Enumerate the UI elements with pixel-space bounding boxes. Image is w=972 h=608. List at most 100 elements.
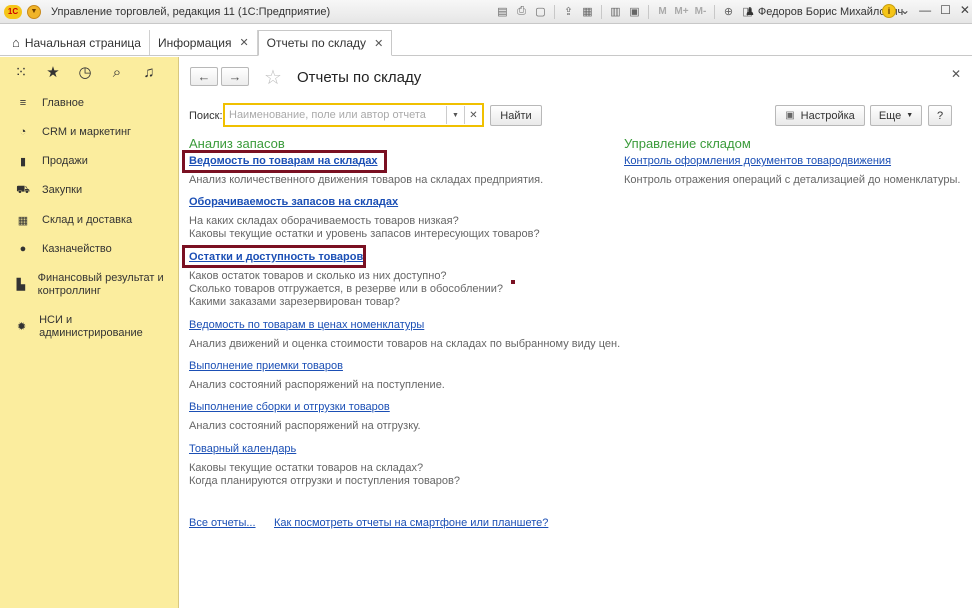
title-bar: 1С ▼ Управление торговлей, редакция 11 (… (0, 0, 972, 24)
history-icon[interactable]: ◷ (76, 63, 94, 81)
marker-dot (511, 280, 515, 284)
report-description: Анализ состояний распоряжений на поступл… (189, 379, 445, 391)
sidebar-item-crm[interactable]: ◔ CRM и маркетинг (0, 126, 178, 139)
minimize-icon[interactable]: — (919, 3, 931, 17)
report-link[interactable]: Остатки и доступность товаров (189, 251, 363, 263)
content-area: ← → ☆ Отчеты по складу ✕ Поиск: ▼ ✕ Найт… (180, 57, 972, 608)
info-icon[interactable]: i (882, 4, 896, 18)
close-icon[interactable]: ✕ (951, 67, 961, 81)
clear-icon[interactable]: ✕ (464, 106, 482, 124)
report-link-item: Выполнение сборки и отгрузки товаров (189, 401, 390, 413)
print-icon[interactable]: ⎙ (514, 4, 529, 19)
memory-plus-button[interactable]: M+ (674, 4, 689, 19)
app-logo-icon: 1С (4, 4, 22, 19)
current-user[interactable]: ♟ Федоров Борис Михайлович (745, 5, 903, 19)
preview-icon[interactable]: ▢ (533, 4, 548, 19)
chevron-down-icon: ▼ (906, 112, 914, 119)
main-menu-button[interactable]: ▼ (27, 4, 41, 19)
tabs-bar: ⌂ Начальная страница Информация ✕ Отчеты… (0, 30, 972, 56)
section-title-warehouse-management: Управление складом (624, 136, 751, 151)
grid-icon: ▦ (17, 215, 29, 227)
sidebar-item-treasury[interactable]: ● Казначейство (0, 243, 178, 256)
sidebar-item-label: Казначейство (42, 243, 112, 255)
sidebar-item-finance[interactable]: ▙ Финансовый результат и контроллинг (0, 272, 170, 298)
report-link[interactable]: Контроль оформления документов товародви… (624, 155, 891, 167)
report-description: Сколько товаров отгружается, в резерве и… (189, 283, 503, 295)
mobile-reports-link[interactable]: Как посмотреть отчеты на смартфоне или п… (274, 517, 548, 529)
separator (648, 4, 649, 19)
separator (554, 4, 555, 19)
tab-home[interactable]: ⌂ Начальная страница (0, 30, 150, 55)
report-description: Анализ движений и оценка стоимости товар… (189, 338, 621, 350)
memory-minus-button[interactable]: M- (693, 4, 708, 19)
report-description: Какими заказами зарезервирован товар? (189, 296, 400, 308)
tab-label: Информация (157, 35, 232, 50)
more-button[interactable]: Еще ▼ (870, 105, 922, 126)
user-icon: ♟ (745, 6, 755, 18)
report-description: Когда планируются отгрузки и поступления… (189, 475, 460, 487)
back-button[interactable]: ← (190, 67, 218, 86)
bag-icon: ▮ (19, 156, 27, 168)
settings-icon: ▣ (785, 110, 795, 121)
home-icon: ⌂ (12, 35, 20, 50)
report-link[interactable]: Ведомость по товарам в ценах номенклатур… (189, 319, 424, 331)
sidebar-toolbar: ⁙ ★ ◷ ⌕ ♫ (0, 57, 178, 87)
bell-icon[interactable]: ♫ (140, 64, 158, 81)
tab-info[interactable]: Информация ✕ (150, 30, 258, 55)
search-field: ▼ ✕ (223, 103, 484, 127)
apps-grid-icon[interactable]: ⁙ (12, 63, 30, 81)
history-icon[interactable]: ▦ (580, 4, 595, 19)
help-button[interactable]: ? (928, 105, 952, 126)
sidebar-item-admin[interactable]: ✹ НСИ и администрирование (0, 314, 150, 340)
sidebar: ⁙ ★ ◷ ⌕ ♫ ≡ Главное ◔ CRM и маркетинг ▮ … (0, 57, 179, 608)
close-tab-icon[interactable]: ✕ (374, 37, 383, 50)
sidebar-item-purchases[interactable]: ⛟ Закупки (0, 184, 178, 198)
report-link-item: Товарный календарь (189, 443, 296, 455)
separator (714, 4, 715, 19)
favorites-star-icon[interactable]: ★ (44, 63, 62, 81)
sidebar-item-label: Закупки (42, 184, 83, 196)
memory-m-button[interactable]: M (655, 4, 670, 19)
sidebar-item-main[interactable]: ≡ Главное (0, 97, 178, 110)
report-description: Анализ количественного движения товаров … (189, 174, 544, 186)
save-icon[interactable]: ▤ (495, 4, 510, 19)
dropdown-arrow-icon[interactable]: ▼ (446, 106, 464, 124)
menu-icon: ≡ (19, 97, 27, 109)
search-input[interactable] (225, 106, 446, 124)
sidebar-item-label: Финансовый результат и контроллинг (37, 272, 164, 297)
footer-link-item: Все отчеты... (189, 517, 256, 529)
close-tab-icon[interactable]: ✕ (239, 36, 248, 49)
report-link[interactable]: Товарный календарь (189, 443, 296, 455)
report-link-item: Выполнение приемки товаров (189, 360, 343, 372)
settings-button[interactable]: ▣ Настройка (775, 105, 865, 126)
report-link[interactable]: Выполнение приемки товаров (189, 360, 343, 372)
find-button[interactable]: Найти (490, 105, 542, 126)
report-link[interactable]: Оборачиваемость запасов на складах (189, 196, 398, 208)
sidebar-item-label: Продажи (42, 155, 88, 167)
toolbar-icons: ▤ ⎙ ▢ ⇪ ▦ ▥ ▣ M M+ M- ⊕ ◫ (495, 4, 755, 19)
favorite-star-icon[interactable]: ☆ (264, 65, 282, 90)
report-link[interactable]: Ведомость по товарам на складах (189, 155, 378, 167)
sidebar-item-warehouse[interactable]: ▦ Склад и доставка (0, 214, 178, 227)
report-link-item: Контроль оформления документов товародви… (624, 155, 891, 167)
sidebar-item-label: Главное (42, 97, 85, 109)
search-icon[interactable]: ⌕ (108, 64, 126, 81)
report-description: Анализ состояний распоряжений на отгрузк… (189, 420, 421, 432)
zoom-icon[interactable]: ⊕ (721, 4, 736, 19)
report-description: Каковы текущие остатки товаров на склада… (189, 462, 424, 474)
search-label: Поиск: (189, 110, 223, 122)
link-icon[interactable]: ⇪ (561, 4, 576, 19)
chevron-down-icon[interactable]: ⌄ (900, 3, 910, 17)
sidebar-item-sales[interactable]: ▮ Продажи (0, 155, 178, 168)
sidebar-item-label: НСИ и администрирование (39, 314, 143, 339)
report-link[interactable]: Выполнение сборки и отгрузки товаров (189, 401, 390, 413)
calculator-icon[interactable]: ▥ (608, 4, 623, 19)
report-link-item: Оборачиваемость запасов на складах (189, 196, 398, 208)
calendar-icon[interactable]: ▣ (627, 4, 642, 19)
maximize-icon[interactable]: ☐ (940, 3, 951, 17)
tab-warehouse-reports[interactable]: Отчеты по складу ✕ (257, 30, 393, 56)
forward-button[interactable]: → (221, 67, 249, 86)
more-label: Еще (878, 109, 902, 122)
all-reports-link[interactable]: Все отчеты... (189, 517, 256, 529)
close-window-icon[interactable]: ✕ (960, 3, 970, 17)
